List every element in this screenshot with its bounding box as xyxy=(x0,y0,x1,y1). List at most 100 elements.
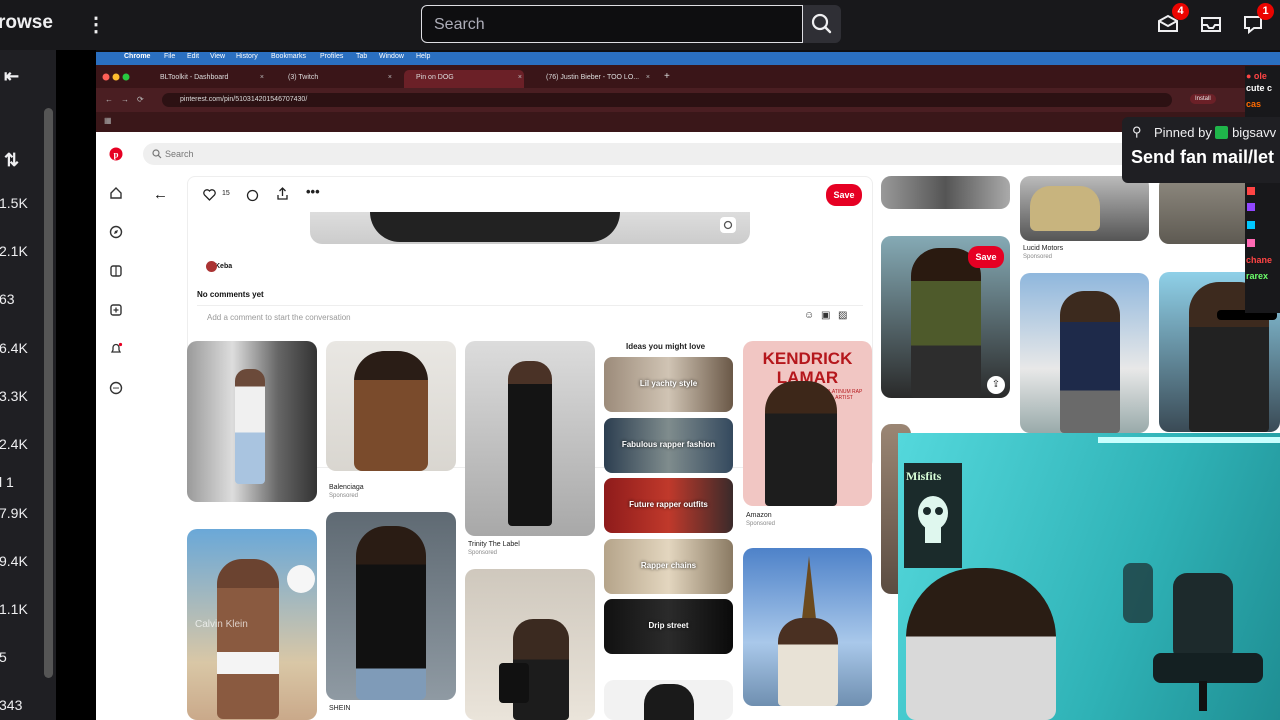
close-icon[interactable]: × xyxy=(518,74,522,81)
menu-chrome[interactable]: Chrome xyxy=(124,53,150,60)
viewer-count: 2.4K xyxy=(0,436,28,452)
pinterest-logo-icon[interactable]: p xyxy=(109,147,123,161)
menu-edit[interactable]: Edit xyxy=(187,53,199,60)
viewer-count: 63 xyxy=(0,291,15,307)
tab-pinterest[interactable]: Pin on DOG × xyxy=(404,70,524,88)
share-icon[interactable] xyxy=(276,187,289,201)
home-icon[interactable] xyxy=(109,186,123,200)
tab-youtube[interactable]: (76) Justin Bieber - TOO LO... × xyxy=(534,70,652,88)
pin-tile[interactable]: KENDRICK LAMAR PLATINUM RAP ARTIST xyxy=(743,341,872,506)
close-icon[interactable]: × xyxy=(646,74,650,81)
chat-username[interactable]: chane xyxy=(1246,255,1272,265)
pin-tile[interactable]: Save ⇪ xyxy=(881,236,1010,398)
close-icon[interactable]: × xyxy=(260,74,264,81)
menu-window[interactable]: Window xyxy=(379,53,404,60)
viewer-count: 343 xyxy=(0,697,23,713)
pin-caption[interactable]: Balenciaga xyxy=(329,484,364,491)
nav-buttons[interactable]: ←→⟳ xyxy=(105,95,152,104)
chat-username[interactable]: rarex xyxy=(1246,271,1268,281)
pin-tile[interactable] xyxy=(881,176,1010,209)
idea-card[interactable]: Future rapper outfits xyxy=(604,478,733,533)
pin-caption[interactable]: Amazon xyxy=(746,512,772,519)
install-label: Install xyxy=(1195,96,1211,102)
pinterest-search-input[interactable]: Search xyxy=(143,143,1183,165)
save-button[interactable]: Save xyxy=(826,184,862,206)
viewer-count: 9.4K xyxy=(0,553,28,569)
address-input[interactable]: pinterest.com/pin/510314201546707430/ xyxy=(162,93,1172,107)
comment-placeholder: Add a comment to start the conversation xyxy=(207,313,351,322)
pin-tile[interactable] xyxy=(326,341,456,471)
messages-icon[interactable] xyxy=(109,381,123,395)
back-arrow-icon[interactable]: ← xyxy=(153,186,168,203)
browse-link[interactable]: rowse xyxy=(0,12,53,34)
viewer-count: 2.1K xyxy=(0,243,28,259)
twitch-search-button[interactable] xyxy=(803,5,841,43)
comment-icon[interactable] xyxy=(246,189,259,202)
pin-tile[interactable] xyxy=(604,680,733,720)
pin-tile[interactable] xyxy=(1020,176,1149,241)
chat-user[interactable]: ● ole xyxy=(1246,71,1267,81)
create-icon[interactable] xyxy=(109,303,123,317)
menu-tab[interactable]: Tab xyxy=(356,53,367,60)
install-button[interactable]: Install xyxy=(1190,94,1216,104)
inbox-icon[interactable] xyxy=(1199,12,1223,36)
chat-message: cas xyxy=(1246,99,1262,109)
emoji-icon[interactable]: ☺ xyxy=(804,310,814,321)
avatar[interactable] xyxy=(206,261,217,272)
window-controls[interactable] xyxy=(102,73,142,82)
visual-search-icon[interactable] xyxy=(720,217,736,233)
pin-caption[interactable]: Lucid Motors xyxy=(1023,245,1063,252)
idea-card[interactable]: Lil yachty style xyxy=(604,357,733,412)
pin-caption[interactable]: Trinity The Label xyxy=(468,541,520,548)
pin-tile[interactable] xyxy=(1020,273,1149,433)
tab-bltoolkit[interactable]: BLToolkit - Dashboard × xyxy=(148,70,266,88)
pin-tile[interactable]: Calvin Klein xyxy=(187,529,317,720)
pinned-user[interactable]: bigsavv xyxy=(1232,125,1276,140)
twitch-search-input[interactable]: Search xyxy=(421,5,803,43)
pinned-message[interactable]: ⚲ Pinned by bigsavv Send fan mail/let xyxy=(1122,117,1280,183)
pin-image-dark xyxy=(370,212,620,242)
more-menu-icon[interactable]: ⋮ xyxy=(86,12,106,37)
pin-author[interactable]: Keba xyxy=(206,261,232,272)
tab-label: BLToolkit - Dashboard xyxy=(160,74,229,81)
comment-input[interactable]: Add a comment to start the conversation … xyxy=(197,305,863,329)
whispers-icon[interactable]: 1 xyxy=(1241,3,1274,36)
prime-loot-icon[interactable]: 4 xyxy=(1156,3,1189,36)
menu-help[interactable]: Help xyxy=(416,53,430,60)
boards-icon[interactable] xyxy=(109,264,123,278)
heart-icon[interactable] xyxy=(203,189,216,201)
pin-tile[interactable] xyxy=(465,569,595,720)
menu-profiles[interactable]: Profiles xyxy=(320,53,343,60)
pin-tile[interactable] xyxy=(743,548,872,706)
pin-figure xyxy=(778,618,838,706)
tab-twitch[interactable]: (3) Twitch × xyxy=(276,70,394,88)
explore-icon[interactable] xyxy=(109,225,123,239)
pin-caption[interactable]: SHEIN xyxy=(329,705,350,712)
sort-icon[interactable]: ⇅ xyxy=(4,150,19,171)
notifications-icon[interactable] xyxy=(109,342,123,356)
menu-view[interactable]: View xyxy=(210,53,225,60)
save-button[interactable]: Save xyxy=(968,246,1004,268)
more-options-icon[interactable]: ••• xyxy=(306,184,320,199)
share-icon[interactable]: ⇪ xyxy=(987,376,1005,394)
idea-card[interactable]: Drip street xyxy=(604,599,733,654)
menu-history[interactable]: History xyxy=(236,53,258,60)
pin-tile[interactable] xyxy=(187,341,317,502)
pin-tile[interactable] xyxy=(465,341,595,536)
collapse-sidebar-icon[interactable]: ⇤ xyxy=(4,66,19,87)
sponsored-label: Sponsored xyxy=(1023,254,1053,260)
idea-card[interactable]: Rapper chains xyxy=(604,539,733,594)
idea-label: Lil yachty style xyxy=(639,379,698,388)
idea-label: Drip street xyxy=(648,621,689,630)
close-icon[interactable]: × xyxy=(388,74,392,81)
pin-tile[interactable] xyxy=(326,512,456,700)
menu-file[interactable]: File xyxy=(164,53,175,60)
photo-icon[interactable]: ▨ xyxy=(838,310,847,321)
apps-icon[interactable]: ▦ xyxy=(104,116,112,125)
idea-card[interactable]: Fabulous rapper fashion xyxy=(604,418,733,473)
new-tab-icon[interactable]: + xyxy=(664,71,670,82)
sticker-icon[interactable]: ▣ xyxy=(821,310,830,321)
menu-bookmarks[interactable]: Bookmarks xyxy=(271,53,306,60)
sidebar-scrollbar[interactable] xyxy=(44,108,53,678)
pinterest-rail: p xyxy=(96,132,136,720)
